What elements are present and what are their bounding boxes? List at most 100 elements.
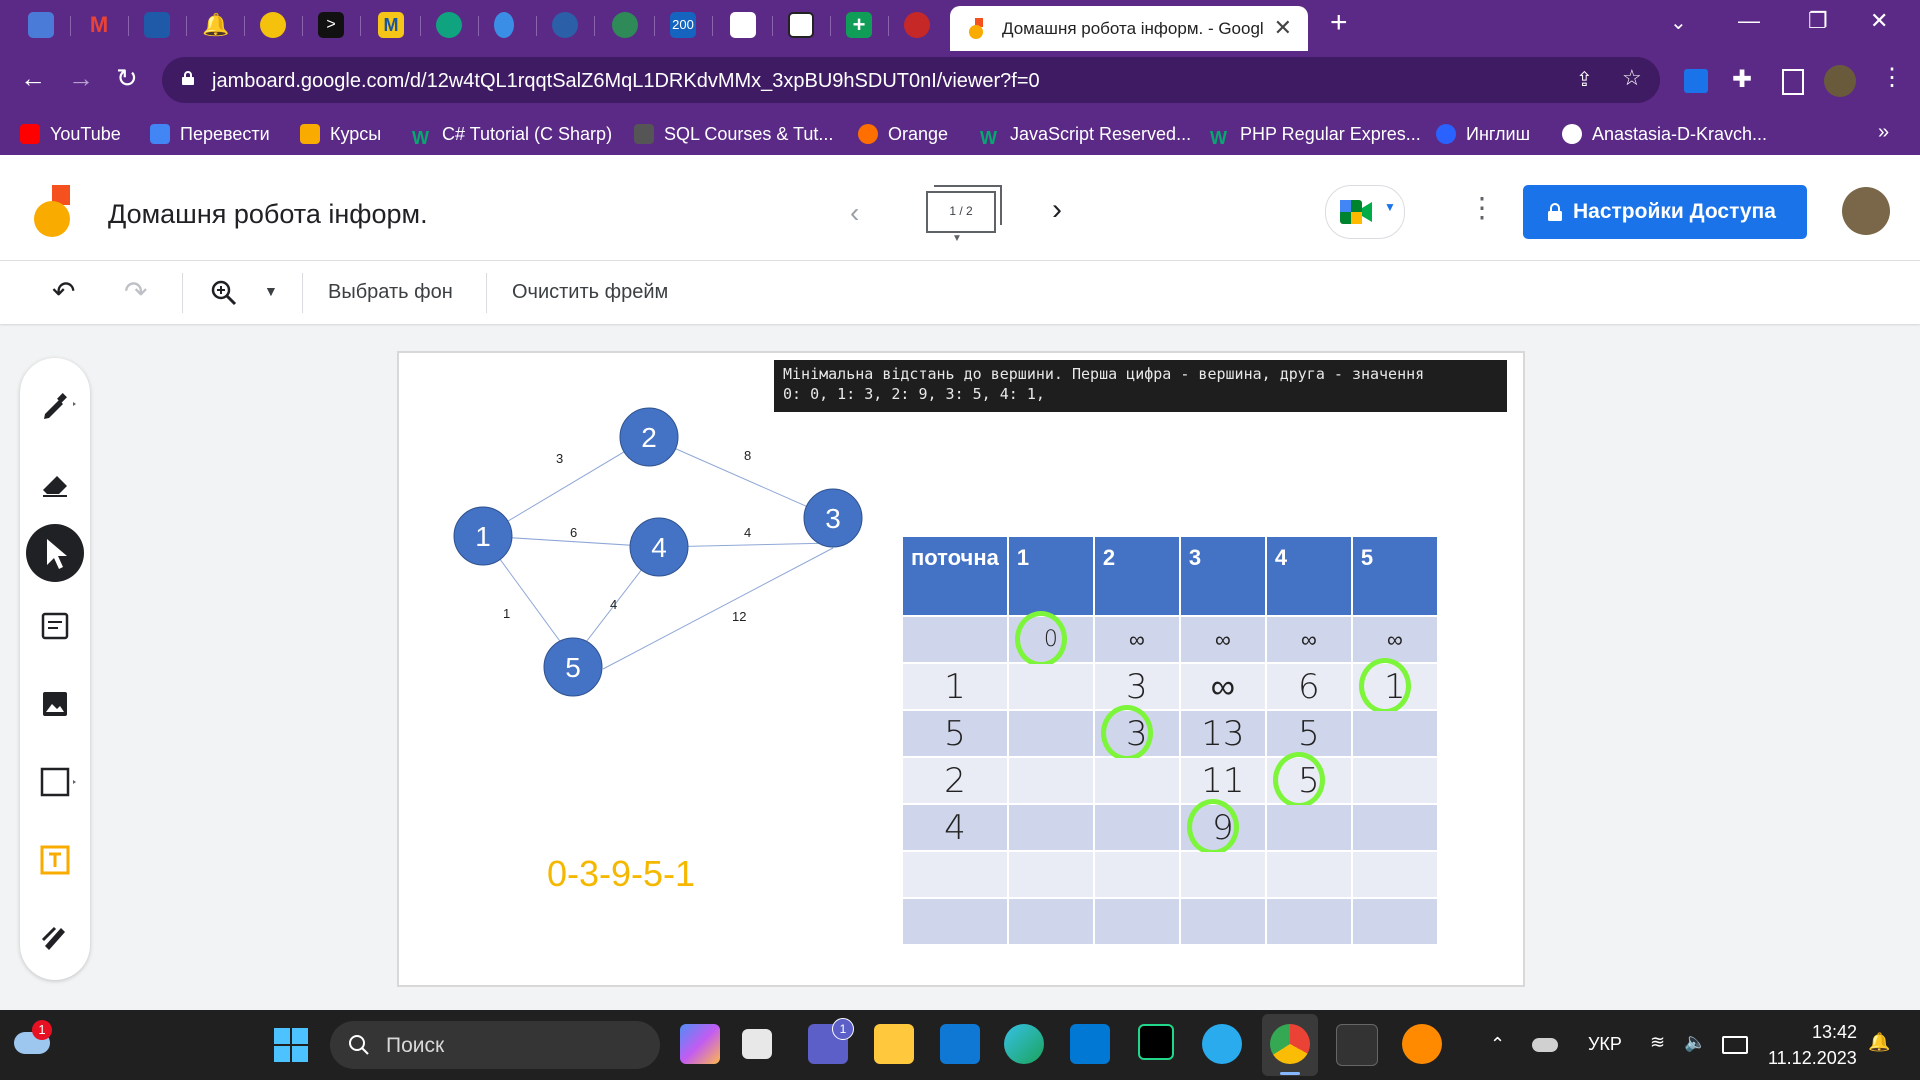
windows-start-icon[interactable] xyxy=(274,1028,308,1062)
translate-extension-icon[interactable] xyxy=(1684,69,1708,93)
tab-scale-icon[interactable] xyxy=(552,12,578,38)
node-label: 2 xyxy=(641,422,657,453)
window-restore-icon[interactable]: ❐ xyxy=(1808,8,1828,34)
frame-thumbnail[interactable]: 1 / 2 xyxy=(926,185,1002,233)
bookmark-csharp[interactable]: W C# Tutorial (C Sharp) xyxy=(412,124,612,148)
edge-browser-icon[interactable] xyxy=(1004,1024,1044,1064)
tab-close-icon[interactable]: ✕ xyxy=(1274,15,1292,41)
document-title[interactable]: Домашня робота інформ. xyxy=(108,199,428,230)
tab-face-icon[interactable] xyxy=(730,12,756,38)
copilot-icon[interactable] xyxy=(680,1024,720,1064)
image-tool[interactable] xyxy=(29,678,81,730)
bookmark-translate[interactable]: Перевести xyxy=(150,124,270,145)
onedrive-icon[interactable] xyxy=(1532,1038,1558,1052)
tab-round-logo-icon[interactable] xyxy=(612,12,638,38)
tab-gmail-icon[interactable]: M xyxy=(86,12,112,38)
eraser-tool[interactable] xyxy=(29,456,81,508)
tab-l-icon[interactable] xyxy=(788,12,814,38)
text-box-icon xyxy=(40,845,70,875)
bookmarks-overflow-icon[interactable]: » xyxy=(1878,121,1889,144)
sticky-note-tool[interactable] xyxy=(29,600,81,652)
jamboard-logo-icon[interactable] xyxy=(34,185,74,237)
share-button[interactable]: Настройки Доступа xyxy=(1523,185,1807,239)
clock-date[interactable]: 11.12.2023 xyxy=(1768,1048,1857,1069)
notification-bell-icon[interactable]: 🔔 xyxy=(1868,1032,1890,1053)
tab-m-logo-icon[interactable]: M xyxy=(378,12,404,38)
side-panel-icon[interactable] xyxy=(1782,69,1804,95)
vscode-icon[interactable] xyxy=(1070,1024,1110,1064)
zoom-dropdown-icon[interactable]: ▼ xyxy=(264,283,278,299)
active-tab[interactable]: Домашня робота інформ. - Google Jamboard… xyxy=(950,6,1308,51)
taskbar-search[interactable]: Поиск xyxy=(330,1021,660,1069)
bookmark-label: JavaScript Reserved... xyxy=(1010,124,1192,144)
user-avatar[interactable] xyxy=(1842,187,1890,235)
new-tab-icon[interactable]: + xyxy=(1330,6,1348,40)
browser-menu-icon[interactable]: ⋮ xyxy=(1880,63,1904,92)
pycharm-icon[interactable] xyxy=(1138,1024,1174,1060)
window-close-icon[interactable]: ✕ xyxy=(1870,8,1888,34)
reload-icon[interactable]: ↻ xyxy=(116,63,138,94)
meet-button[interactable]: ▼ xyxy=(1325,185,1405,239)
file-explorer-icon[interactable] xyxy=(874,1024,914,1064)
laser-tool[interactable] xyxy=(29,910,81,962)
tab-200-icon[interactable]: 200 xyxy=(670,12,696,38)
back-arrow-icon[interactable]: ← xyxy=(20,63,46,94)
tab-chatgpt-icon[interactable] xyxy=(436,12,462,38)
tab-bulb-blue-icon[interactable] xyxy=(494,12,514,38)
edge-weight-label: 8 xyxy=(744,448,751,463)
tab-avatar-red-icon[interactable] xyxy=(904,12,930,38)
tab-book-icon[interactable] xyxy=(144,12,170,38)
set-background-button[interactable]: Выбрать фон xyxy=(328,281,453,304)
battery-icon[interactable] xyxy=(1722,1036,1748,1054)
window-minimize-icon[interactable]: — xyxy=(1738,8,1760,34)
clock-time[interactable]: 13:42 xyxy=(1812,1022,1857,1043)
next-frame-icon[interactable]: › xyxy=(1052,193,1062,227)
task-view-icon[interactable] xyxy=(742,1029,772,1059)
redo-icon[interactable]: ↷ xyxy=(124,275,147,308)
shape-tool[interactable] xyxy=(29,756,81,808)
vpn-app-icon[interactable] xyxy=(1402,1024,1442,1064)
tab-lightbulb-icon[interactable] xyxy=(260,12,286,38)
clear-frame-button[interactable]: Очистить фрейм xyxy=(512,281,668,304)
tab-search-chevron-icon[interactable]: ⌄ xyxy=(1670,10,1687,35)
table-row xyxy=(901,850,1439,899)
more-options-icon[interactable]: ⋮ xyxy=(1468,191,1496,224)
frame-dropdown-icon[interactable]: ▼ xyxy=(952,233,962,244)
bookmark-courses[interactable]: Курсы xyxy=(300,124,381,145)
bookmark-orange[interactable]: Orange xyxy=(858,124,948,145)
wifi-icon[interactable]: ≋ xyxy=(1650,1032,1665,1053)
bookmark-github[interactable]: Anastasia-D-Kravch... xyxy=(1562,124,1767,145)
undo-icon[interactable]: ↶ xyxy=(52,275,75,308)
tab-bell-icon[interactable]: 🔔 xyxy=(202,12,229,38)
pen-tool[interactable] xyxy=(29,378,81,430)
chrome-icon[interactable] xyxy=(1270,1024,1310,1064)
tab-plus-green-icon[interactable]: + xyxy=(846,12,872,38)
bookmark-javascript[interactable]: W JavaScript Reserved... xyxy=(980,124,1191,148)
tab-play-icon[interactable]: > xyxy=(318,12,344,38)
profile-avatar[interactable] xyxy=(1824,65,1856,97)
bookmark-english[interactable]: Инглиш xyxy=(1436,124,1530,145)
jamboard-frame[interactable]: Мінімальна відстань до вершини. Перша ци… xyxy=(397,351,1525,987)
terminal-icon[interactable] xyxy=(1336,1024,1378,1066)
url-text: jamboard.google.com/d/12w4tQL1rqqtSalZ6M… xyxy=(212,70,1040,92)
tab-calendar-icon[interactable] xyxy=(28,12,54,38)
bookmark-php[interactable]: W PHP Regular Expres... xyxy=(1210,124,1421,148)
forward-arrow-icon[interactable]: → xyxy=(68,63,94,94)
bookmark-star-icon[interactable]: ☆ xyxy=(1622,65,1642,91)
text-box-tool[interactable] xyxy=(29,834,81,886)
zoom-in-icon[interactable] xyxy=(210,279,238,307)
previous-frame-icon[interactable]: ‹ xyxy=(850,197,859,229)
volume-icon[interactable]: 🔈 xyxy=(1684,1032,1706,1053)
address-bar[interactable]: jamboard.google.com/d/12w4tQL1rqqtSalZ6M… xyxy=(162,57,1660,103)
share-page-icon[interactable]: ⇪ xyxy=(1576,67,1593,92)
extensions-puzzle-icon[interactable]: ✚ xyxy=(1732,65,1752,94)
bookmark-youtube[interactable]: YouTube xyxy=(20,124,121,145)
bookmark-sql[interactable]: SQL Courses & Tut... xyxy=(634,124,833,145)
distance-cell xyxy=(1006,662,1095,711)
mail-icon[interactable] xyxy=(940,1024,980,1064)
select-tool[interactable] xyxy=(26,524,84,582)
telegram-icon[interactable] xyxy=(1202,1024,1242,1064)
tray-overflow-icon[interactable]: ⌃ xyxy=(1490,1034,1505,1055)
lock-icon[interactable] xyxy=(182,71,194,85)
input-language[interactable]: УКР xyxy=(1588,1034,1622,1055)
